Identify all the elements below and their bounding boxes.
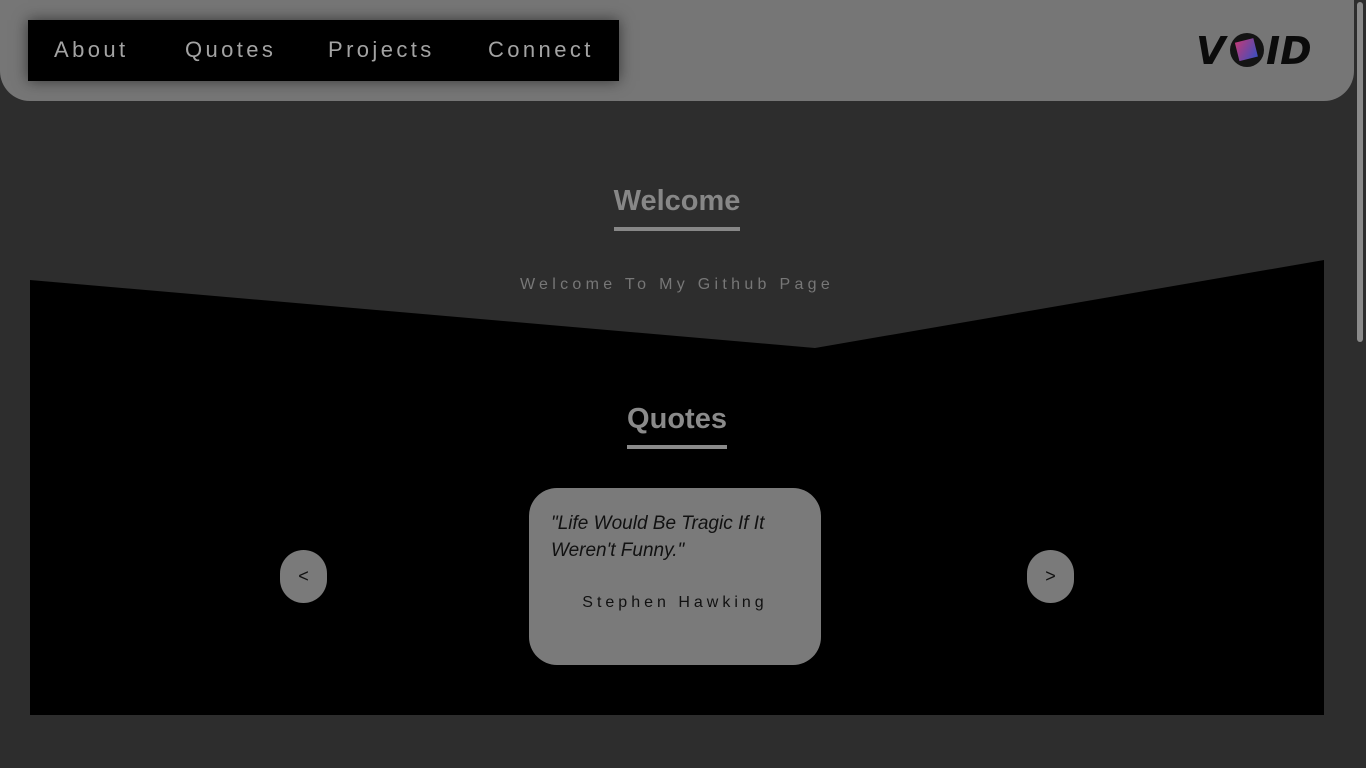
- welcome-subtitle: Welcome To My Github Page: [519, 276, 835, 293]
- page: About Quotes Projects Connect V ID Welco…: [0, 0, 1366, 768]
- prev-quote-button[interactable]: <: [280, 550, 327, 603]
- quote-author: Stephen Hawking: [582, 594, 768, 611]
- nav-item-about[interactable]: About: [54, 37, 129, 63]
- logo-letters-id: ID: [1266, 29, 1312, 73]
- next-quote-button[interactable]: >: [1027, 550, 1074, 603]
- logo-letter-v: V: [1196, 29, 1228, 73]
- scrollbar-thumb[interactable]: [1357, 2, 1363, 342]
- header: About Quotes Projects Connect V ID: [0, 0, 1354, 101]
- nav-item-quotes[interactable]: Quotes: [185, 37, 276, 63]
- nav-item-projects[interactable]: Projects: [328, 37, 435, 63]
- quotes-title: Quotes: [627, 402, 727, 449]
- quotes-heading: Quotes: [0, 402, 1354, 449]
- nav-bar: About Quotes Projects Connect: [28, 20, 619, 81]
- quote-card: "Life Would Be Tragic If It Weren't Funn…: [529, 488, 821, 665]
- welcome-heading: Welcome: [0, 184, 1354, 231]
- welcome-title: Welcome: [613, 184, 741, 231]
- nav-item-connect[interactable]: Connect: [488, 37, 594, 63]
- cube-o-icon: [1230, 33, 1264, 67]
- quote-text: "Life Would Be Tragic If It Weren't Funn…: [551, 513, 765, 561]
- void-logo[interactable]: V ID: [1196, 28, 1326, 74]
